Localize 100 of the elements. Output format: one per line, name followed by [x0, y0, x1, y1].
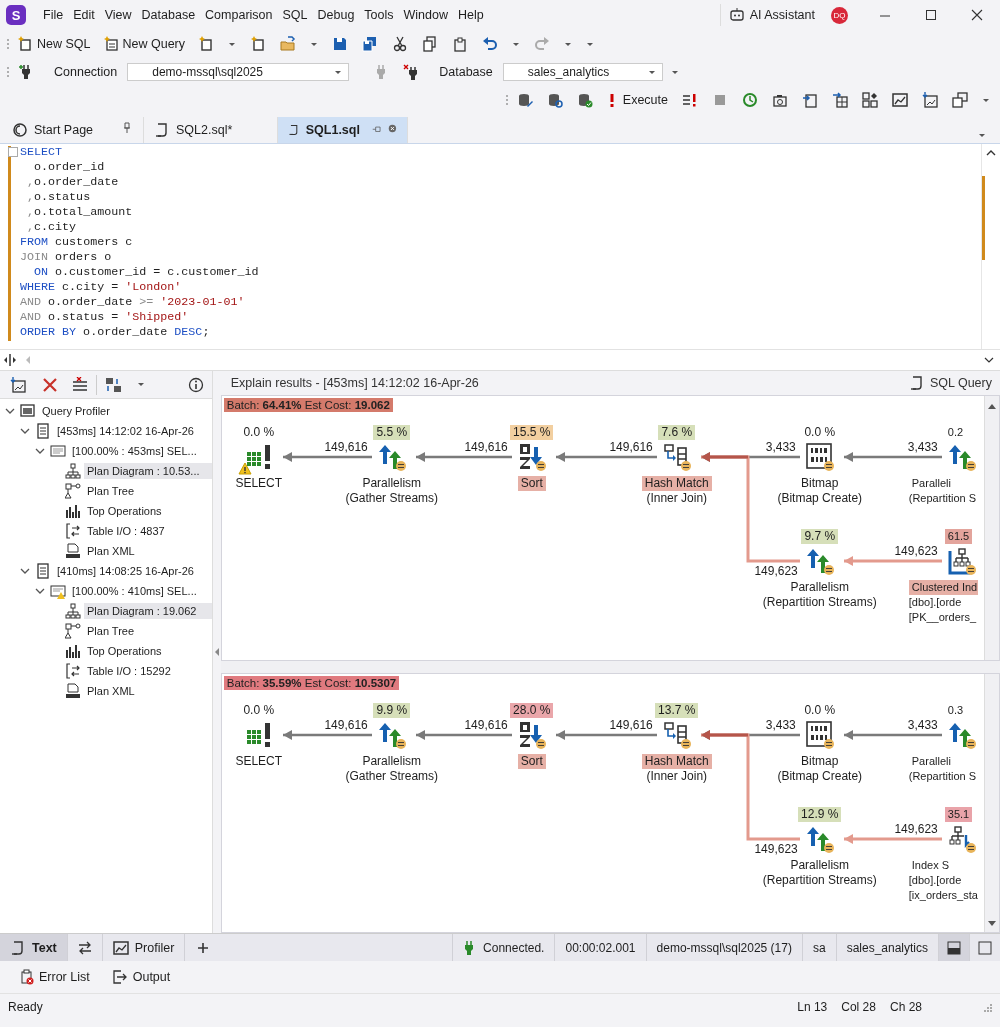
tree-item[interactable]: Plan Tree	[84, 483, 212, 499]
bitmap-icon[interactable]	[805, 443, 834, 471]
paste-icon[interactable]	[452, 36, 469, 52]
output-button[interactable]: Output	[107, 966, 175, 988]
caret-icon[interactable]	[310, 42, 319, 46]
tree-item[interactable]: Plan Tree	[84, 623, 212, 639]
menu-item[interactable]: SQL	[277, 5, 313, 25]
sql-query-button[interactable]: SQL Query	[904, 373, 996, 393]
toolbar-grip-icon[interactable]	[6, 36, 10, 52]
overflow-caret-icon[interactable]	[586, 42, 595, 46]
vertical-scrollbar[interactable]	[984, 674, 999, 932]
tree-item[interactable]: Query Profiler	[39, 403, 212, 419]
parallelism-icon[interactable]	[947, 443, 976, 471]
menu-item[interactable]: Edit	[68, 5, 100, 25]
caret-icon[interactable]	[512, 42, 521, 46]
new-file-icon[interactable]	[250, 36, 267, 52]
resize-grip-icon[interactable]	[982, 1002, 992, 1012]
chart-icon[interactable]	[892, 92, 908, 108]
parallelism-icon[interactable]	[805, 825, 834, 853]
bitmap-icon[interactable]	[805, 721, 834, 749]
delete-icon[interactable]	[42, 376, 58, 393]
tree-item[interactable]: Plan XML	[84, 683, 212, 699]
windows-icon[interactable]	[952, 92, 968, 108]
toolbar-grip-icon[interactable]	[504, 92, 509, 108]
hash-match-icon[interactable]	[662, 443, 691, 471]
index-scan-icon[interactable]	[947, 547, 976, 575]
document-tab[interactable]: SQL1.sql	[278, 117, 408, 143]
save-all-icon[interactable]	[362, 36, 379, 52]
error-list-button[interactable]: Error List	[16, 966, 94, 988]
overflow-caret-icon[interactable]	[982, 98, 990, 102]
menu-item[interactable]: Comparison	[200, 5, 278, 25]
tree-item[interactable]: [100.00% : 453ms] SEL...	[69, 443, 212, 459]
new-query-button[interactable]: New Query	[97, 33, 191, 55]
parallelism-icon[interactable]	[377, 443, 406, 471]
menu-item[interactable]: Help	[453, 5, 489, 25]
tree-item[interactable]: Plan Diagram : 19.062	[84, 603, 212, 619]
execute-current-icon[interactable]	[682, 92, 698, 108]
history-icon[interactable]	[742, 92, 758, 108]
select-icon[interactable]	[244, 721, 273, 749]
disconnect-icon[interactable]	[403, 64, 420, 80]
parallelism-icon[interactable]	[377, 721, 406, 749]
tree-item[interactable]: [453ms] 14:12:02 16-Apr-26	[54, 423, 212, 439]
overflow-caret-icon[interactable]	[670, 70, 679, 74]
split-handle-icon[interactable]	[4, 354, 16, 367]
menu-item[interactable]: Database	[136, 5, 201, 25]
save-icon[interactable]	[332, 36, 349, 52]
toolbar-grip-icon[interactable]	[6, 64, 10, 80]
menu-item[interactable]: Debug	[312, 5, 360, 25]
copy-icon[interactable]	[422, 36, 439, 52]
avatar[interactable]: DQ	[831, 6, 848, 24]
tree-item[interactable]: Plan XML	[84, 543, 212, 559]
info-icon[interactable]	[187, 376, 204, 393]
tree-item[interactable]: Top Operations	[84, 643, 212, 659]
tree-item[interactable]: Table I/O : 15292	[84, 663, 212, 679]
tree-item[interactable]: Top Operations	[84, 503, 212, 519]
open-folder-icon[interactable]	[280, 36, 297, 52]
menu-item[interactable]: View	[99, 5, 137, 25]
chart-import-icon[interactable]	[922, 92, 938, 108]
ai-assistant-button[interactable]: AI Assistant	[719, 4, 823, 26]
vertical-scrollbar[interactable]	[984, 396, 999, 660]
database-refresh-icon[interactable]	[546, 92, 563, 108]
collapse-toggle[interactable]	[8, 147, 18, 157]
tree-item[interactable]: [100.00% : 410ms] SEL...	[69, 583, 212, 599]
view-tab[interactable]: Text	[0, 934, 68, 961]
export-icon[interactable]	[802, 92, 818, 108]
tree-item[interactable]: [410ms] 14:08:25 16-Apr-26	[54, 563, 212, 579]
add-tab-icon[interactable]	[197, 941, 210, 954]
panel-layout-icon[interactable]	[947, 940, 961, 955]
execute-button[interactable]: Execute	[600, 89, 674, 111]
menu-item[interactable]: Tools	[359, 5, 399, 25]
sort-icon[interactable]	[517, 443, 546, 471]
compare-icon[interactable]	[105, 376, 123, 393]
snapshot-icon[interactable]	[772, 92, 788, 108]
sort-icon[interactable]	[517, 721, 546, 749]
index-seek-icon[interactable]	[947, 825, 976, 853]
tree-item[interactable]: Table I/O : 4837	[84, 523, 212, 539]
parallelism-icon[interactable]	[947, 721, 976, 749]
single-panel-icon[interactable]	[978, 940, 992, 955]
caret-icon[interactable]	[564, 42, 573, 46]
caret-icon[interactable]	[137, 383, 145, 386]
database-dropdown[interactable]: sales_analytics	[502, 63, 663, 81]
cut-icon[interactable]	[392, 36, 409, 52]
connection-dropdown[interactable]: demo-mssql\sql2025	[127, 63, 350, 81]
database-edit-icon[interactable]	[516, 92, 533, 108]
menu-item[interactable]: File	[38, 5, 69, 25]
clear-list-icon[interactable]	[72, 376, 88, 393]
new-sql-button[interactable]: New SQL	[12, 33, 96, 55]
parallelism-icon[interactable]	[805, 547, 834, 575]
shapes-icon[interactable]	[862, 92, 878, 108]
scroll-up-icon[interactable]	[987, 402, 997, 410]
caret-icon[interactable]	[228, 42, 237, 46]
menu-item[interactable]: Window	[398, 5, 453, 25]
scroll-down-icon[interactable]	[987, 920, 997, 928]
hash-match-icon[interactable]	[662, 721, 691, 749]
import-chart-icon[interactable]	[10, 376, 28, 393]
stop-icon[interactable]	[712, 92, 728, 108]
select-icon[interactable]	[244, 443, 273, 471]
scroll-up-icon[interactable]	[986, 148, 996, 158]
grid-export-icon[interactable]	[832, 92, 848, 108]
undo-icon[interactable]	[482, 36, 499, 52]
